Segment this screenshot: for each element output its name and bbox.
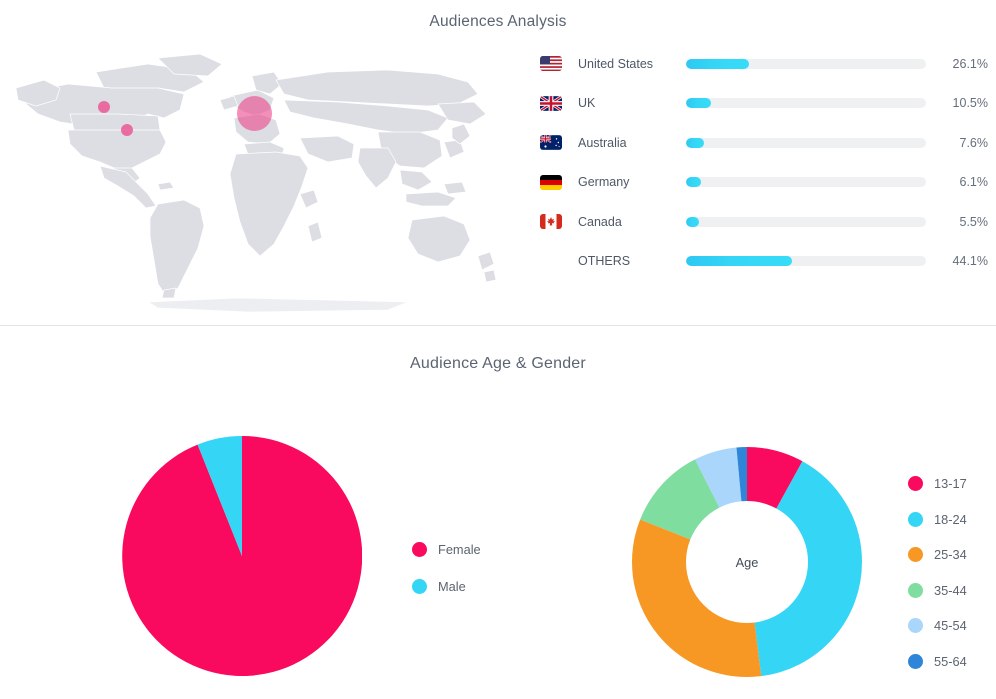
age-legend: 13-17 18-24 25-34 35-44 45-54 55-64: [908, 466, 967, 679]
legend-item-45-54[interactable]: 45-54: [908, 608, 967, 644]
age-donut-chart[interactable]: Age: [625, 440, 869, 684]
legend-item-label: 55-64: [934, 653, 967, 669]
legend-color-dot: [908, 476, 923, 492]
legend-color-dot: [908, 547, 923, 563]
pie-slice-female: [122, 436, 362, 676]
bar-fill: [686, 98, 712, 109]
legend-item-label: Male: [438, 579, 466, 594]
legend-item-35-44[interactable]: 35-44: [908, 573, 967, 609]
table-row[interactable]: Australia 7.6%: [540, 123, 988, 163]
bar-track: [686, 177, 926, 188]
bar-track: [686, 137, 926, 148]
map-bubble-europe[interactable]: [237, 96, 272, 131]
section-divider: [0, 325, 996, 326]
legend-item-18-24[interactable]: 18-24: [908, 502, 967, 538]
country-name: UK: [578, 96, 596, 111]
legend-item-label: 35-44: [934, 582, 967, 598]
legend-item-label: Female: [438, 542, 481, 557]
gender-pie-chart[interactable]: [122, 436, 362, 676]
country-percent: 10.5%: [952, 96, 988, 111]
age-gender-title: Audience Age & Gender: [410, 355, 586, 372]
legend-item-label: 18-24: [934, 511, 967, 527]
legend-color-dot: [412, 579, 427, 594]
flag-uk-icon: [540, 92, 562, 114]
audiences-analysis-title: Audiences Analysis: [429, 13, 567, 30]
legend-color-dot: [908, 653, 923, 669]
bar-track: [686, 256, 926, 267]
map-bubble-north-west-usa[interactable]: [98, 101, 110, 113]
country-name: Germany: [578, 175, 630, 190]
flag-australia-icon: [540, 132, 562, 154]
bar-fill: [686, 177, 701, 188]
bar-track: [686, 216, 926, 227]
legend-item-25-34[interactable]: 25-34: [908, 537, 967, 573]
legend-item-male[interactable]: Male: [412, 568, 481, 605]
country-percent: 6.1%: [959, 175, 989, 190]
country-percent: 7.6%: [959, 135, 989, 150]
legend-item-13-17[interactable]: 13-17: [908, 466, 967, 502]
country-percent: 44.1%: [952, 254, 988, 269]
table-row[interactable]: United States 26.1%: [540, 44, 988, 84]
legend-color-dot: [908, 511, 923, 527]
bar-fill: [686, 58, 749, 69]
country-name: Australia: [578, 135, 627, 150]
country-name: Canada: [578, 214, 622, 229]
table-row[interactable]: OTHERS 44.1%: [540, 242, 988, 282]
flag-germany-icon: [540, 171, 562, 193]
legend-item-label: 13-17: [934, 476, 967, 492]
legend-color-dot: [908, 582, 923, 598]
legend-item-label: 25-34: [934, 547, 967, 563]
table-row[interactable]: UK 10.5%: [540, 84, 988, 124]
country-percent: 5.5%: [959, 214, 989, 229]
map-landmasses: [15, 53, 497, 313]
bar-track: [686, 98, 926, 109]
legend-color-dot: [908, 618, 923, 634]
legend-color-dot: [412, 542, 427, 557]
audiences-dashboard: Audiences Analysis United States 26.1% U…: [0, 0, 996, 699]
gender-legend: Female Male: [412, 531, 481, 605]
legend-item-55-64[interactable]: 55-64: [908, 644, 967, 680]
table-row[interactable]: Canada 5.5%: [540, 202, 988, 242]
legend-item-female[interactable]: Female: [412, 531, 481, 568]
bar-fill: [686, 216, 700, 227]
flag-none-icon: [540, 250, 562, 272]
bar-track: [686, 58, 926, 69]
table-row[interactable]: Germany 6.1%: [540, 163, 988, 203]
country-percent: 26.1%: [952, 56, 988, 71]
flag-us-icon: [540, 53, 562, 75]
legend-item-label: 45-54: [934, 618, 967, 634]
country-name: OTHERS: [578, 254, 631, 269]
country-audience-list: United States 26.1% UK 10.5% Australia 7…: [540, 44, 988, 281]
flag-canada-icon: [540, 211, 562, 233]
bar-fill: [686, 137, 705, 148]
map-bubble-central-usa[interactable]: [121, 124, 133, 136]
world-map[interactable]: [8, 44, 508, 314]
bar-fill: [686, 256, 792, 267]
country-name: United States: [578, 56, 654, 71]
